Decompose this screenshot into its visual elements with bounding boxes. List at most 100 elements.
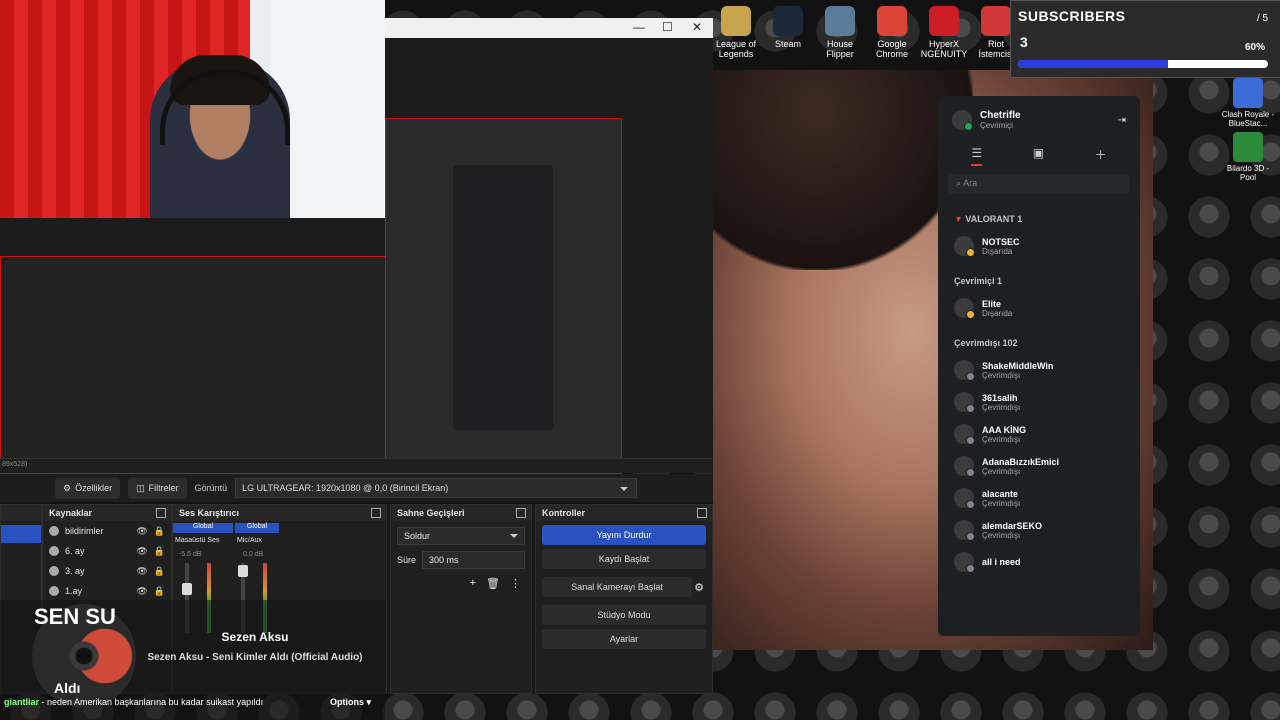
app-icon [877, 6, 907, 36]
friend-status: Çevrimdışı [982, 402, 1021, 412]
eye-icon[interactable]: 👁 [136, 526, 147, 537]
duration-row: Süre 300 ms [397, 551, 525, 569]
virtual-cam-button[interactable]: Sanal Kamerayı Başlat [542, 577, 693, 597]
source-row[interactable]: 3. ay 👁 🔒 [43, 561, 171, 581]
mixer-ch1-label[interactable]: Masaüstü Ses [175, 537, 219, 544]
start-record-button[interactable]: Kaydı Başlat [542, 549, 706, 569]
sources-header: Kaynaklar [43, 505, 171, 521]
scene-selected[interactable] [1, 525, 41, 543]
desktop-icon[interactable]: Clash Royale - BlueStac... [1218, 78, 1278, 128]
lock-icon[interactable]: 🔒 [154, 586, 165, 597]
app-icon [981, 6, 1011, 36]
friends-search-input[interactable]: ⌕ Ara [948, 174, 1130, 194]
eye-icon[interactable]: 👁 [136, 566, 147, 577]
status-dot [966, 404, 975, 413]
desktop-icon[interactable]: Bilardo 3D - Pool [1218, 132, 1278, 182]
avatar [954, 424, 975, 445]
subscribers-title: SUBSCRIBERS [1018, 8, 1126, 24]
user-name: Chetrifle [980, 110, 1021, 121]
mixer-ch2-label[interactable]: Mic/Aux [237, 537, 262, 544]
avatar [954, 552, 975, 573]
mixer-ch2-fader[interactable] [238, 565, 248, 577]
options-button[interactable]: Options ▾ [330, 697, 371, 708]
friend-status: Çevrimdışı [982, 370, 1021, 380]
friends-group-header[interactable]: ▼ VALORANT 1 [938, 200, 1140, 230]
popout-icon[interactable] [516, 508, 526, 518]
controls-title: Kontroller [542, 508, 586, 518]
friend-text: AAA KİNG Çevrimdışı [982, 425, 1026, 444]
friends-group-header[interactable]: Çevrimdışı 102 [938, 324, 1140, 354]
sources-title: Kaynaklar [49, 508, 93, 518]
status-dot [966, 532, 975, 541]
eye-icon[interactable]: 👁 [136, 586, 147, 597]
friends-group-label: Çevrimiçi 1 [954, 276, 1003, 286]
lock-icon[interactable]: 🔒 [154, 546, 165, 557]
popout-icon[interactable] [156, 508, 166, 518]
plus-icon[interactable]: + [470, 577, 476, 590]
desktop-icon[interactable]: Google Chrome [866, 0, 918, 59]
maximize-icon[interactable]: ☐ [662, 20, 673, 34]
friend-item[interactable]: Elite Dışarıda [938, 292, 1140, 324]
friend-text: alemdarSEKO Çevrimdışı [982, 521, 1042, 540]
popout-icon[interactable] [371, 508, 381, 518]
tab-add-friend[interactable]: ＋ [1095, 146, 1107, 166]
lock-icon[interactable]: 🔒 [154, 526, 165, 537]
friend-text: alacante Çevrimdışı [982, 489, 1020, 508]
desktop-icon-label: League of Legends [715, 39, 757, 59]
friend-name: AdanaBızzıkEmici [982, 456, 1060, 467]
friend-item[interactable]: 361salih Çevrimdışı [938, 386, 1140, 418]
display-select[interactable]: LG ULTRAGEAR: 1920x1080 @ 0,0 (Birincil … [235, 478, 638, 498]
properties-button[interactable]: ⚙ Özellikler [55, 477, 121, 499]
close-icon[interactable]: ✕ [692, 20, 702, 34]
avatar [952, 110, 973, 131]
tab-messages[interactable]: ▣ [1033, 146, 1044, 166]
desktop-icon[interactable]: House Flipper [814, 0, 866, 59]
settings-button[interactable]: Ayarlar [542, 629, 706, 649]
studio-mode-button[interactable]: Stüdyo Modu [542, 605, 706, 625]
friend-text: 361salih Çevrimdışı [982, 393, 1020, 412]
friend-item[interactable]: NOTSEC Dışarıda [938, 230, 1140, 262]
eye-icon[interactable]: 👁 [136, 546, 147, 557]
options-label: Options [330, 697, 364, 707]
lock-icon[interactable]: 🔒 [154, 566, 165, 577]
mixer-ch1-fader[interactable] [182, 583, 192, 595]
properties-label: Özellikler [75, 483, 113, 493]
friend-item[interactable]: alemdarSEKO Çevrimdışı [938, 514, 1140, 546]
transition-select[interactable]: Soldur [397, 527, 525, 545]
avatar [954, 392, 975, 413]
avatar [954, 456, 975, 477]
desktop-icon[interactable]: HyperX NGENUITY [918, 0, 970, 59]
duration-label: Süre [397, 555, 417, 565]
desktop-icon[interactable]: League of Legends [710, 0, 762, 59]
friend-status: Çevrimdışı [982, 498, 1021, 508]
popout-icon[interactable] [697, 508, 707, 518]
filters-label: Filtreler [148, 483, 179, 493]
gear-icon[interactable]: ⚙ [694, 581, 704, 594]
kebab-icon[interactable]: ⋮ [510, 577, 521, 590]
minimize-icon[interactable]: — [633, 20, 645, 34]
friend-item[interactable]: alacante Çevrimdışı [938, 482, 1140, 514]
mixer-global-2: Global [235, 523, 279, 533]
desktop-icon[interactable]: Steam [762, 0, 814, 59]
friend-item[interactable]: all i need [938, 546, 1140, 578]
friends-group-header[interactable]: Çevrimiçi 1 [938, 262, 1140, 292]
album-disc-text: SEN SU [34, 604, 116, 629]
duration-input[interactable]: 300 ms [422, 551, 525, 569]
trash-icon[interactable]: 🗑 [486, 577, 500, 590]
tab-friends-list[interactable]: ☰ [971, 146, 983, 166]
filters-button[interactable]: ◫ Filtreler [128, 477, 187, 499]
subscribers-percent: 60% [1245, 42, 1266, 53]
collapse-icon[interactable]: ⇥ [1118, 115, 1126, 126]
source-row[interactable]: 6. ay 👁 🔒 [43, 541, 171, 561]
friends-tabs: ☰ ▣ ＋ [946, 146, 1132, 166]
friend-text: all i need [982, 557, 1021, 567]
friend-item[interactable]: ShakeMiddleWin Çevrimdışı [938, 354, 1140, 386]
friend-name: AAA KİNG [982, 424, 1027, 435]
song-title: Sezen Aksu - Seni Kimler Aldı (Official … [147, 652, 363, 663]
desktop-icon-label: Clash Royale - BlueStac... [1221, 110, 1275, 128]
friend-item[interactable]: AdanaBızzıkEmici Çevrimdışı [938, 450, 1140, 482]
friend-item[interactable]: AAA KİNG Çevrimdışı [938, 418, 1140, 450]
stop-stream-button[interactable]: Yayını Durdur [542, 525, 706, 545]
source-row[interactable]: bildirimler 👁 🔒 [43, 521, 171, 541]
source-row[interactable]: 1.ay 👁 🔒 [43, 581, 171, 601]
